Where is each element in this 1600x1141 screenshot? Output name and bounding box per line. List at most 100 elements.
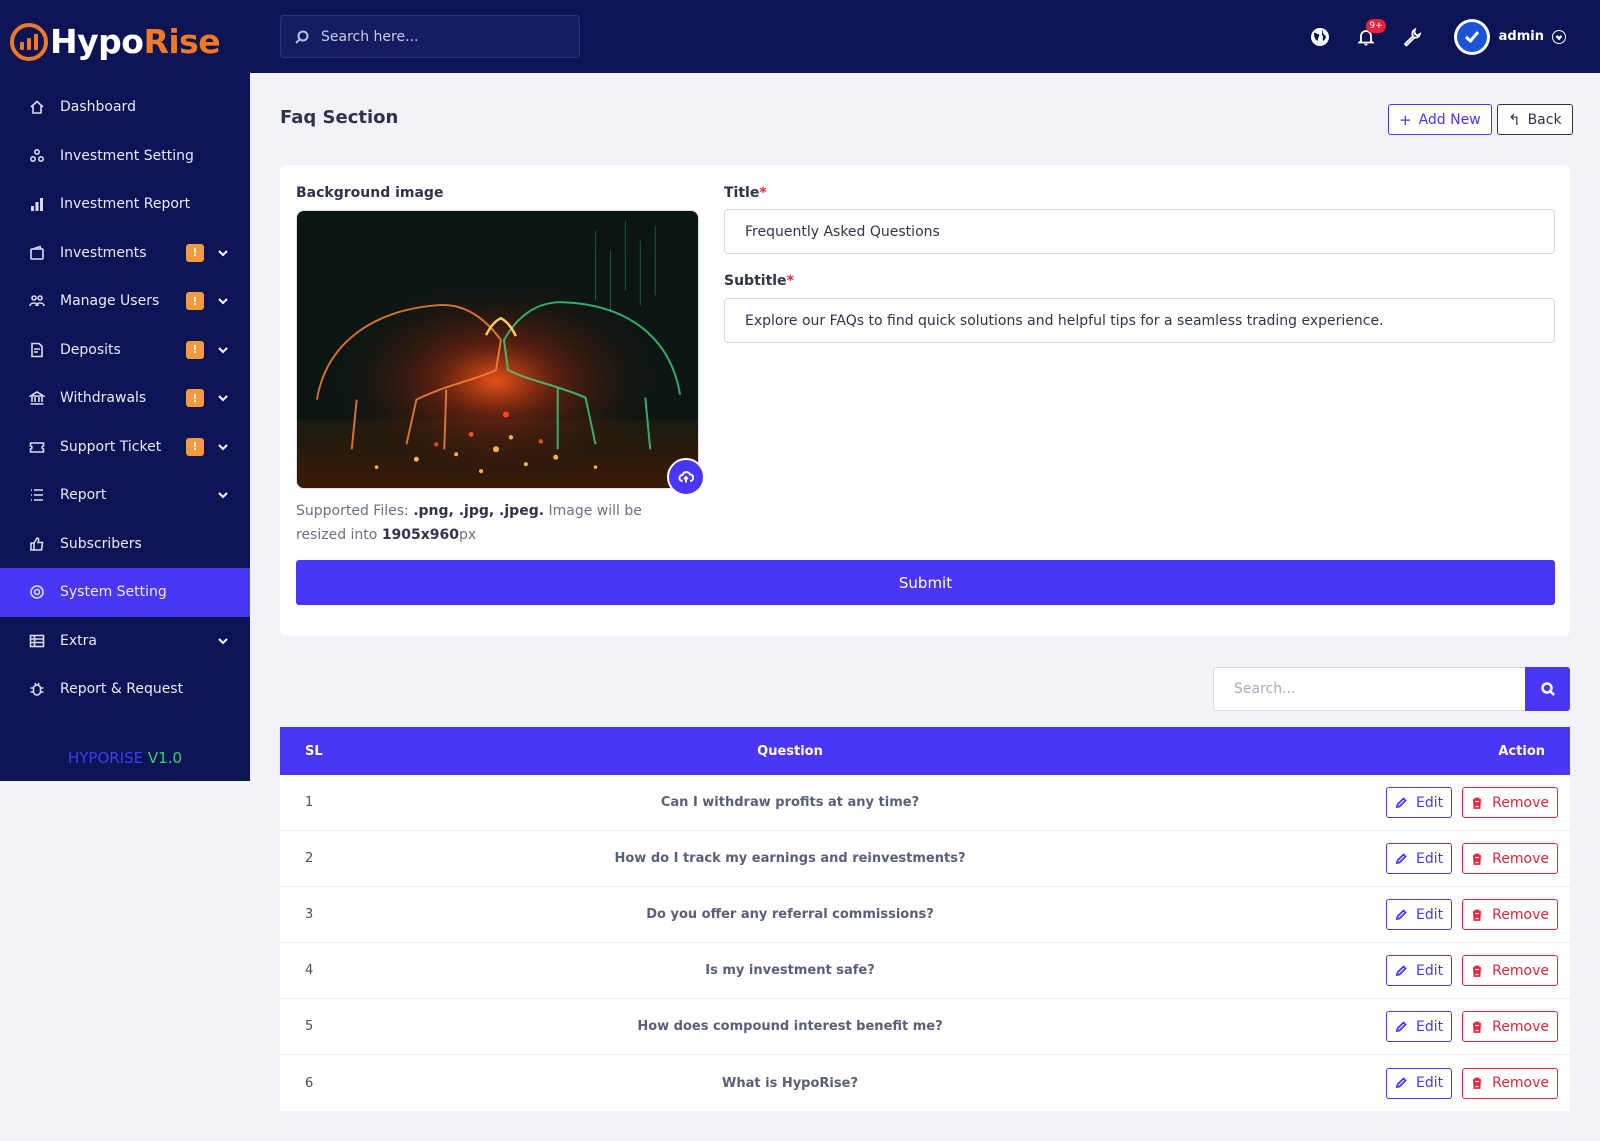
row-question: What is HypoRise? [722, 1075, 858, 1091]
subtitle-field[interactable]: Explore our FAQs to find quick solutions… [724, 298, 1555, 343]
notification-bell-icon[interactable]: 9+ [1354, 18, 1386, 49]
row-question: Can I withdraw profits at any time? [660, 795, 920, 810]
add-new-label: Add New [1418, 111, 1481, 128]
trash-icon [1473, 909, 1482, 921]
ticket-icon [28, 438, 46, 456]
warning-badge: ! [186, 243, 204, 262]
header-action: Action [1498, 743, 1545, 759]
remove-button[interactable]: Remove [1462, 1011, 1558, 1042]
sidebar-item-dashboard[interactable]: Dashboard [0, 83, 250, 132]
edit-label: Edit [1416, 906, 1444, 923]
faq-table: SL Question Action 1 Can I withdraw prof… [280, 727, 1570, 1111]
remove-label: Remove [1492, 962, 1549, 979]
sidebar-item-deposits[interactable]: Deposits ! [0, 326, 250, 375]
remove-button[interactable]: Remove [1462, 955, 1558, 986]
app-version: HYPORISE V1.0 [67, 749, 183, 767]
sidebar-item-manage-users[interactable]: Manage Users ! [0, 277, 250, 326]
warning-badge: ! [186, 292, 204, 311]
trash-icon [1473, 965, 1482, 977]
sidebar-item-subscribers[interactable]: Subscribers [0, 520, 250, 569]
sidebar-item-investments[interactable]: Investments ! [0, 229, 250, 278]
sidebar-item-report-request[interactable]: Report & Request [0, 665, 250, 714]
row-sl: 5 [305, 1019, 314, 1034]
upload-image-button[interactable] [667, 458, 705, 496]
avatar[interactable] [1453, 18, 1490, 55]
remove-label: Remove [1492, 1018, 1549, 1035]
topbar-actions: 9+ admin [1286, 0, 1566, 73]
row-sl: 2 [305, 851, 314, 866]
users-icon [28, 292, 46, 310]
globe-icon[interactable] [1308, 25, 1332, 49]
add-new-button[interactable]: + Add New [1388, 104, 1492, 135]
home-icon [28, 98, 46, 116]
chevron-down-icon [216, 634, 230, 648]
table-row: 1 Can I withdraw profits at any time? Ed… [280, 775, 1570, 831]
table-search-button[interactable] [1525, 667, 1570, 711]
remove-label: Remove [1492, 1075, 1549, 1091]
supported-files-note: Supported Files: .png, .jpg, .jpeg. Imag… [296, 503, 642, 543]
pencil-icon [1395, 964, 1407, 976]
edit-button[interactable]: Edit [1386, 1011, 1453, 1042]
global-search-input[interactable] [321, 28, 561, 45]
edit-button[interactable]: Edit [1386, 843, 1453, 874]
logo-mark-icon [10, 22, 48, 61]
sidebar-item-label: Deposits [60, 341, 121, 358]
edit-label: Edit [1416, 850, 1444, 867]
submit-button[interactable]: Submit [296, 560, 1555, 605]
edit-button[interactable]: Edit [1386, 1067, 1453, 1099]
sidebar-item-label: Dashboard [60, 99, 136, 116]
bar-chart-icon [28, 195, 46, 213]
row-actions: Edit Remove [1190, 1011, 1570, 1042]
remove-button[interactable]: Remove [1462, 899, 1558, 930]
remove-button[interactable]: Remove [1462, 1067, 1558, 1099]
header-sl: SL [305, 743, 323, 759]
checkmark-icon [1456, 21, 1487, 52]
search-icon [295, 30, 309, 44]
sidebar-item-investment-report[interactable]: Investment Report [0, 180, 250, 229]
pencil-icon [1395, 852, 1407, 864]
remove-label: Remove [1492, 794, 1549, 811]
pencil-icon [1395, 796, 1407, 808]
row-actions: Edit Remove [1190, 843, 1570, 874]
trash-icon [1473, 1077, 1482, 1089]
sidebar-item-investment-setting[interactable]: Investment Setting [0, 132, 250, 181]
pencil-icon [1395, 1077, 1407, 1089]
sidebar-item-label: Manage Users [60, 293, 160, 310]
user-name[interactable]: admin [1499, 29, 1544, 44]
background-image-label: Background image [296, 185, 444, 201]
chevron-down-icon[interactable] [1552, 29, 1566, 44]
sidebar-item-system-setting[interactable]: System Setting [0, 568, 250, 617]
table-row: 6 What is HypoRise? Edit Remove [280, 1055, 1570, 1111]
table-row: 2 How do I track my earnings and reinves… [280, 831, 1570, 887]
sidebar-item-label: Subscribers [60, 535, 142, 552]
sidebar-item-label: Investment Setting [60, 147, 194, 164]
warning-badge: ! [186, 437, 204, 456]
table-row: 3 Do you offer any referral commissions?… [280, 887, 1570, 943]
back-button[interactable]: ↰ Back [1497, 104, 1573, 135]
brand-logo[interactable]: HypoRise [0, 0, 250, 83]
sidebar-item-report[interactable]: Report [0, 471, 250, 520]
sidebar-item-withdrawals[interactable]: Withdrawals ! [0, 374, 250, 423]
sidebar-item-extra[interactable]: Extra [0, 617, 250, 666]
table-search-input[interactable] [1213, 667, 1525, 711]
table-header: SL Question Action [280, 727, 1570, 775]
faq-section-form: Background image Supported Files: .png, … [280, 165, 1570, 636]
pencil-icon [1395, 908, 1407, 920]
title-field[interactable]: Frequently Asked Questions [724, 209, 1555, 254]
edit-button[interactable]: Edit [1386, 787, 1453, 818]
remove-button[interactable]: Remove [1462, 787, 1558, 818]
trash-icon [1473, 853, 1482, 865]
deposit-icon [28, 341, 46, 359]
subtitle-label: Subtitle* [724, 273, 794, 289]
remove-label: Remove [1492, 850, 1549, 867]
sidebar-item-support-ticket[interactable]: Support Ticket ! [0, 423, 250, 472]
trash-icon [1473, 797, 1482, 809]
row-actions: Edit Remove [1190, 955, 1570, 986]
edit-button[interactable]: Edit [1386, 899, 1453, 930]
edit-label: Edit [1416, 962, 1444, 979]
wrench-icon[interactable] [1400, 25, 1424, 49]
edit-button[interactable]: Edit [1386, 955, 1453, 986]
row-sl: 3 [305, 907, 314, 922]
remove-button[interactable]: Remove [1462, 843, 1558, 874]
notification-count-badge: 9+ [1366, 18, 1386, 33]
